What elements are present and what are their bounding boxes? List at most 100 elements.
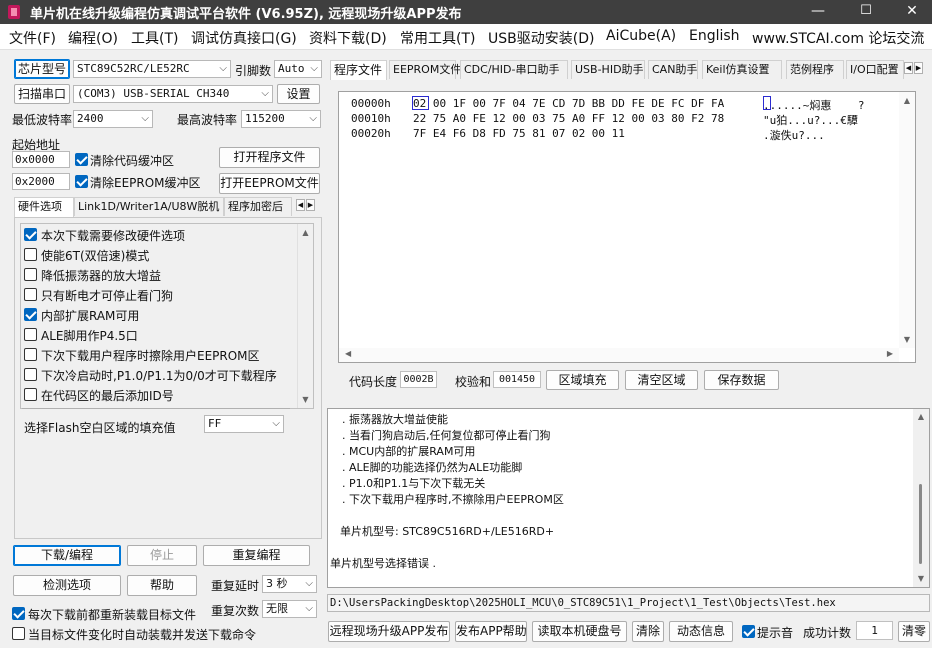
tab-encryption[interactable]: 程序加密后 xyxy=(224,197,292,216)
option-checkbox[interactable] xyxy=(24,308,37,321)
pin-count-select[interactable]: Auto ⌵ xyxy=(274,60,322,78)
download-program-button[interactable]: 下载/编程 xyxy=(13,545,121,566)
menu-english[interactable]: English xyxy=(689,28,740,44)
save-data-button[interactable]: 保存数据 xyxy=(704,370,779,390)
menu-aicube[interactable]: AiCube(A) xyxy=(606,28,676,44)
open-program-file-button[interactable]: 打开程序文件 xyxy=(219,147,320,168)
option-checkbox[interactable] xyxy=(24,388,37,401)
menu-download[interactable]: 资料下载(D) xyxy=(309,28,387,48)
option-label: ALE脚用作P4.5口 xyxy=(41,329,138,343)
repeat-delay-select[interactable]: 3 秒 ⌵ xyxy=(262,575,317,593)
check-options-button[interactable]: 检测选项 xyxy=(13,575,121,596)
option-checkbox[interactable] xyxy=(24,328,37,341)
tab-offline-writer[interactable]: Link1D/Writer1A/U8W脱机 xyxy=(74,197,224,216)
beep-checkbox[interactable] xyxy=(742,625,755,638)
close-button[interactable]: ✕ xyxy=(892,0,932,24)
menu-usb-driver[interactable]: USB驱动安装(D) xyxy=(488,28,594,48)
max-baud-select[interactable]: 115200 ⌵ xyxy=(241,110,321,128)
hex-bytes[interactable]: 22 75 A0 FE 12 00 03 75 A0 FF 12 00 03 8… xyxy=(413,112,724,125)
publish-app-help-button[interactable]: 发布APP帮助 xyxy=(455,621,527,642)
repeat-count-select[interactable]: 无限 ⌵ xyxy=(262,600,317,618)
option-checkbox[interactable] xyxy=(24,268,37,281)
option-checkbox[interactable] xyxy=(24,368,37,381)
tab-usb-hid-assistant[interactable]: USB-HID助手 xyxy=(571,60,645,79)
port-select[interactable]: (COM3) USB-SERIAL CH340 ⌵ xyxy=(73,85,273,103)
clear-eeprom-checkbox[interactable] xyxy=(75,175,88,188)
stop-button[interactable]: 停止 xyxy=(127,545,197,566)
code-length-label: 代码长度 xyxy=(349,375,398,389)
maximize-button[interactable]: ☐ xyxy=(846,0,886,24)
hex-horizontal-scrollbar[interactable]: ◀ ▶ xyxy=(339,348,899,362)
tab-program-file[interactable]: 程序文件 xyxy=(330,60,387,80)
fill-area-button[interactable]: 区域填充 xyxy=(546,370,619,390)
output-log[interactable]: . 振荡器放大增益使能 . 当看门狗启动后,任何复位都可停止看门狗 . MCU内部的… xyxy=(327,408,930,588)
tab-keil-settings[interactable]: Keil仿真设置 xyxy=(702,60,782,79)
menu-debug[interactable]: 调试仿真接口(G) xyxy=(191,28,297,48)
beep-label: 提示音 xyxy=(757,626,794,640)
read-disk-id-button[interactable]: 读取本机硬盘号 xyxy=(532,621,627,642)
clear-log-button[interactable]: 清除 xyxy=(632,621,664,642)
hex-ascii[interactable]: "u狛...u?...€驔 xyxy=(763,112,858,128)
hex-bytes[interactable]: 02 00 1F 00 7F 04 7E CD 7D BB DD FE DE F… xyxy=(413,97,724,110)
log-scroll-thumb[interactable] xyxy=(919,484,922,564)
options-scrollbar[interactable]: ▲ ▼ xyxy=(297,224,313,408)
code-length-value: 0002B xyxy=(400,371,437,388)
clear-code-checkbox[interactable] xyxy=(75,153,88,166)
log-scrollbar[interactable]: ▲ ▼ xyxy=(913,409,929,587)
menu-common-tools[interactable]: 常用工具(T) xyxy=(400,28,475,48)
chip-model-button[interactable]: 芯片型号 xyxy=(14,59,70,79)
menu-tools[interactable]: 工具(T) xyxy=(131,28,178,48)
log-line: . 当看门狗启动后,任何复位都可停止看门狗 xyxy=(342,429,551,442)
hex-address: 00000h xyxy=(351,97,391,110)
hex-bytes[interactable]: 7F E4 F6 D8 FD 75 81 07 02 00 11 xyxy=(413,127,625,140)
tab-io-config[interactable]: I/O口配置 xyxy=(846,60,904,79)
ascii-cursor xyxy=(763,96,771,110)
option-label: 下次下载用户程序时擦除用户EEPROM区 xyxy=(41,349,260,363)
tab-serial-assistant[interactable]: CDC/HID-串口助手 xyxy=(460,60,568,79)
option-checkbox[interactable] xyxy=(24,348,37,361)
log-line: . MCU内部的扩展RAM可用 xyxy=(342,445,476,458)
hex-editor[interactable]: 00000h 02 00 1F 00 7F 04 7E CD 7D BB DD F… xyxy=(338,91,916,363)
tab-examples[interactable]: 范例程序 xyxy=(786,60,844,79)
hex-vertical-scrollbar[interactable]: ▲ ▼ xyxy=(899,92,915,348)
open-eeprom-file-button[interactable]: 打开EEPROM文件 xyxy=(219,173,320,194)
option-label: 使能6T(双倍速)模式 xyxy=(41,249,150,263)
tab-scroll-right-icon[interactable]: ▶ xyxy=(306,199,315,211)
min-baud-select[interactable]: 2400 ⌵ xyxy=(73,110,153,128)
scan-port-button[interactable]: 扫描串口 xyxy=(14,84,70,104)
clear-area-button[interactable]: 清空区域 xyxy=(625,370,698,390)
log-line: 单片机型号选择错误 . xyxy=(330,557,436,570)
hex-ascii[interactable]: .漩佚u?... xyxy=(763,127,825,143)
code-start-address-input[interactable]: 0x0000 xyxy=(12,151,70,168)
option-checkbox[interactable] xyxy=(24,288,37,301)
reload-label: 每次下载前都重新装载目标文件 xyxy=(28,608,197,622)
file-path-field[interactable]: D:\UsersPackingDesktop\2025HOLI_MCU\0_ST… xyxy=(327,594,930,612)
reprogram-button[interactable]: 重复编程 xyxy=(203,545,310,566)
reset-count-button[interactable]: 清零 xyxy=(898,621,930,642)
option-checkbox[interactable] xyxy=(24,228,37,241)
tab-eeprom-file[interactable]: EEPROM文件 xyxy=(389,60,461,79)
minimize-button[interactable]: — xyxy=(798,0,838,24)
option-label: 内部扩展RAM可用 xyxy=(41,309,140,323)
help-button[interactable]: 帮助 xyxy=(127,575,197,596)
tab-hardware-options[interactable]: 硬件选项 xyxy=(14,197,74,217)
hex-cursor xyxy=(412,96,429,110)
tab-scroll-left-icon[interactable]: ◀ xyxy=(296,199,305,211)
dynamic-info-button[interactable]: 动态信息 xyxy=(669,621,733,642)
settings-button[interactable]: 设置 xyxy=(277,84,320,104)
reload-checkbox[interactable] xyxy=(12,607,25,620)
chip-model-select[interactable]: STC89C52RC/LE52RC ⌵ xyxy=(73,60,231,78)
eeprom-start-address-input[interactable]: 0x2000 xyxy=(12,173,70,190)
auto-load-checkbox[interactable] xyxy=(12,627,25,640)
tab-scroll-right-icon[interactable]: ▶ xyxy=(914,62,923,74)
tab-scroll-left-icon[interactable]: ◀ xyxy=(904,62,913,74)
menu-file[interactable]: 文件(F) xyxy=(9,28,56,48)
menu-website[interactable]: www.STCAI.com 论坛交流 xyxy=(752,28,924,48)
option-checkbox[interactable] xyxy=(24,248,37,261)
hex-ascii[interactable]: ......~焖惠 ? xyxy=(763,97,864,113)
tab-can-assistant[interactable]: CAN助手 xyxy=(648,60,698,79)
menu-program[interactable]: 编程(O) xyxy=(68,28,118,48)
divider xyxy=(22,408,290,409)
fill-value-select[interactable]: FF ⌵ xyxy=(204,415,284,433)
remote-upgrade-button[interactable]: 远程现场升级APP发布 xyxy=(328,621,450,642)
